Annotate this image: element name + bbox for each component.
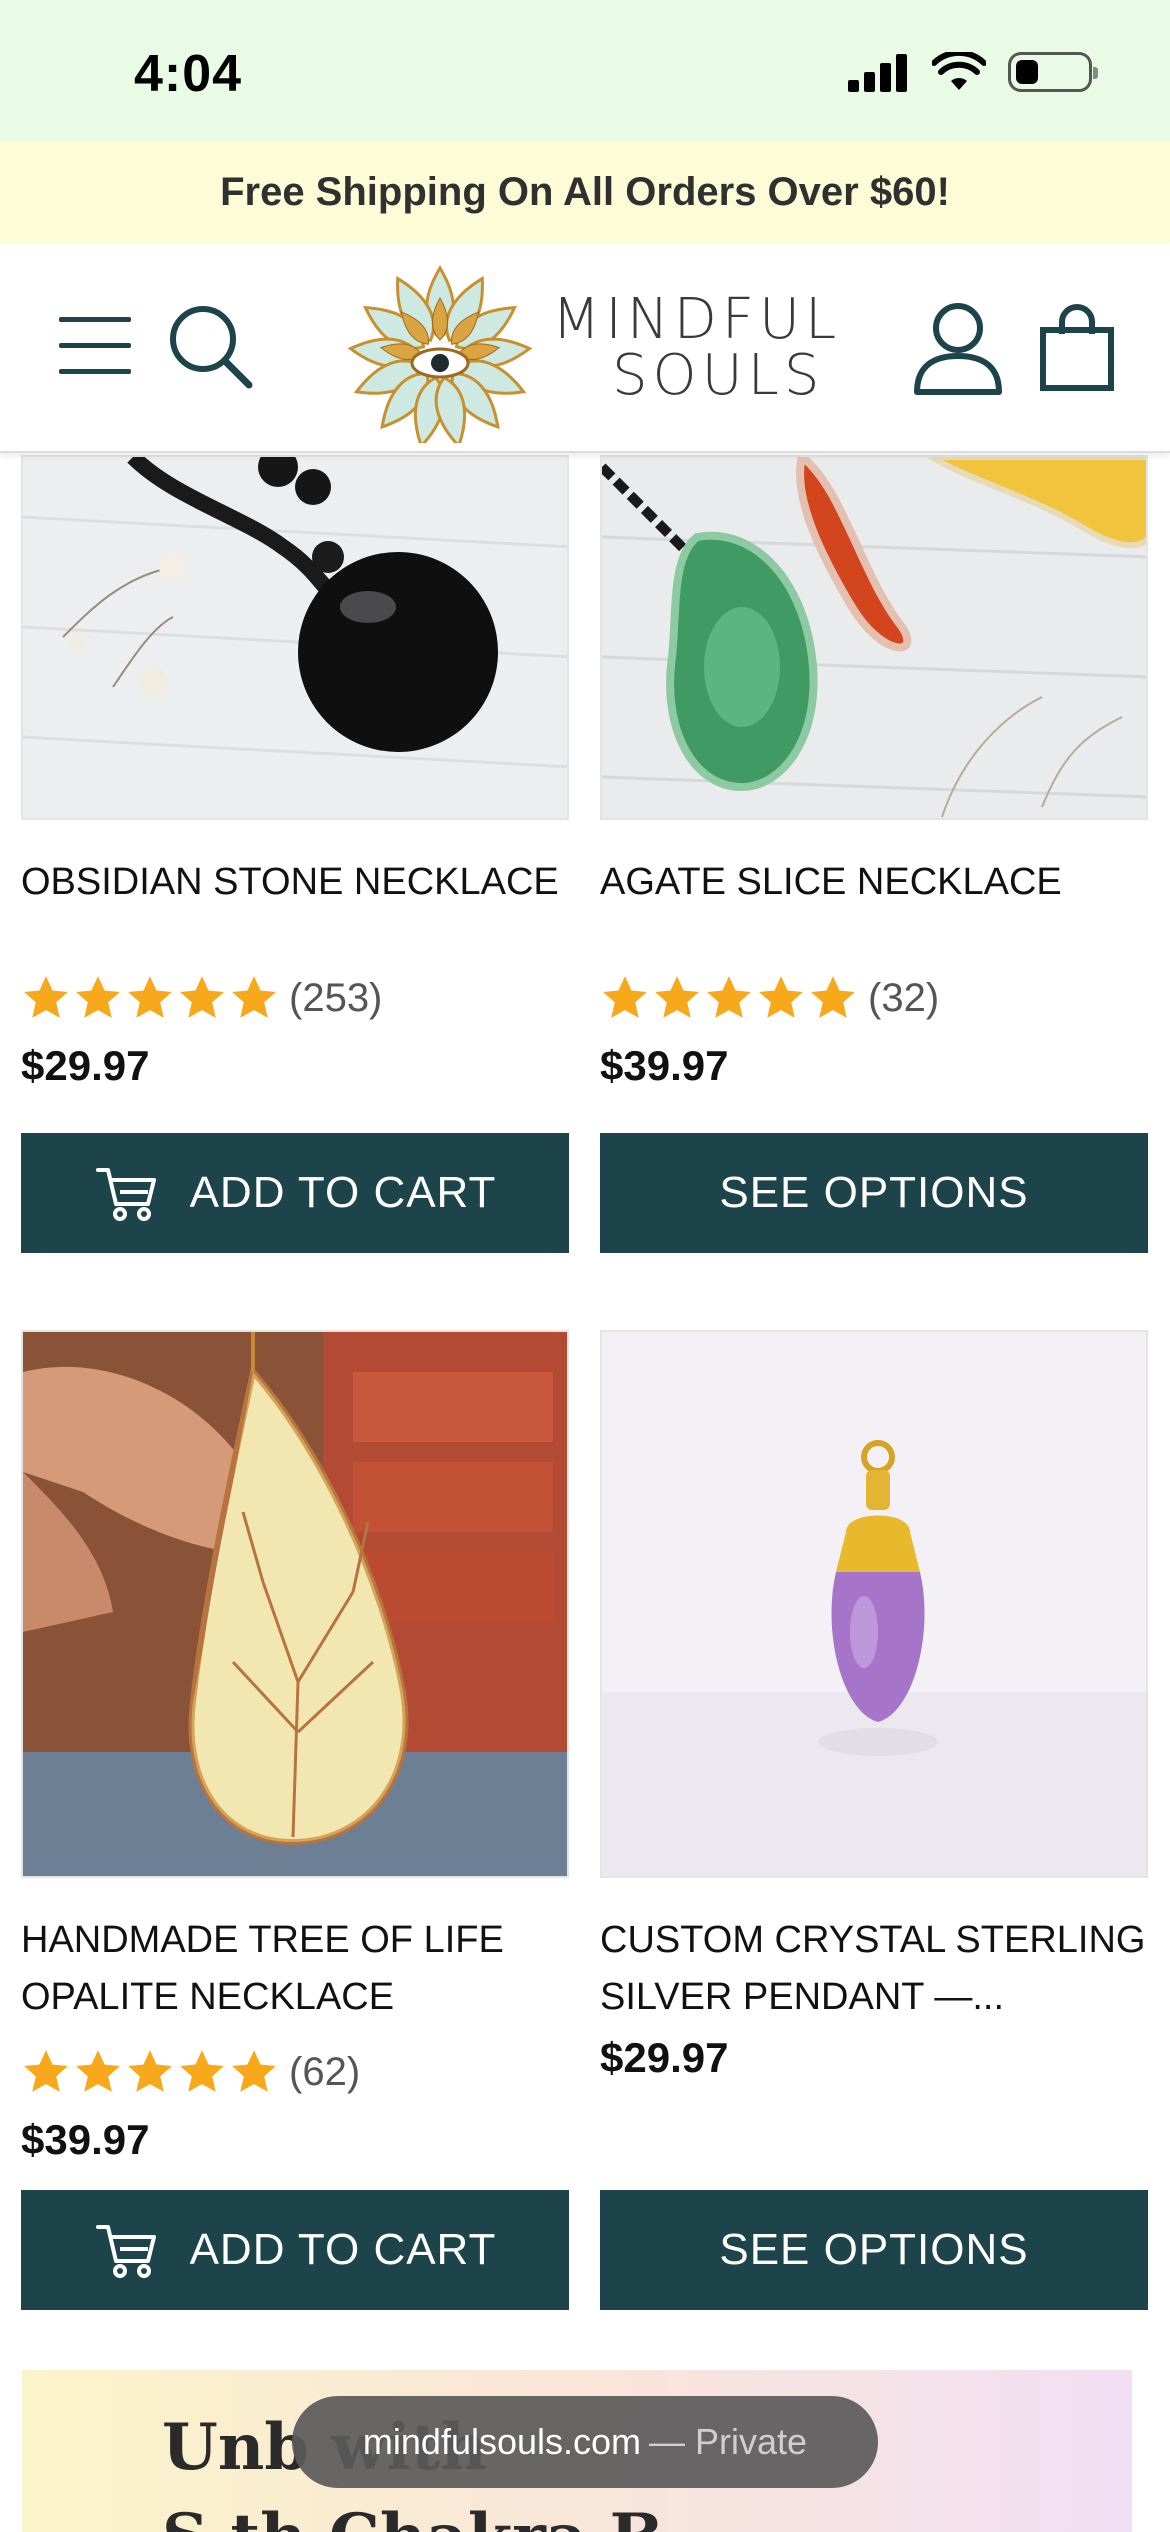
star-icon [707,976,751,1018]
star-icon [24,2050,68,2092]
private-mode-label: — Private [649,2421,808,2462]
cta-label: SEE OPTIONS [719,1168,1029,1217]
url-text: mindfulsouls.com [362,2421,642,2462]
account-icon [914,303,1002,395]
stars [600,973,858,1023]
product-rating: (62) [21,2042,569,2102]
product-title[interactable]: AGATE SLICE NECKLACE [600,854,1148,911]
product-rating: (253) [21,968,569,1028]
product-card[interactable]: CUSTOM CRYSTAL STERLING SILVER PENDANT —… [600,1330,1148,2310]
logo-wordmark: MINDFUL SOULS [552,292,841,404]
stars [21,2047,279,2097]
product-card[interactable]: OBSIDIAN STONE NECKLACE (253) $29.97 ADD… [21,455,569,1253]
product-image-agate-necklace[interactable] [600,455,1148,820]
star-icon [759,976,803,1018]
star-icon [76,976,120,1018]
review-count: (32) [868,975,940,1020]
star-icon [128,976,172,1018]
star-icon [180,976,224,1018]
cta-label: ADD TO CART [189,2225,497,2274]
account-button[interactable] [908,298,1008,398]
product-title[interactable]: CUSTOM CRYSTAL STERLING SILVER PENDANT —… [600,1912,1148,2026]
star-icon [811,976,855,1018]
star-icon [180,2050,224,2092]
status-time: 4:04 [134,45,243,103]
star-icon [76,2050,120,2092]
product-title[interactable]: HANDMADE TREE OF LIFE OPALITE NECKLACE [21,1912,569,2026]
status-bar: 4:04 [0,0,1170,141]
wifi-icon [932,52,986,90]
product-image-tree-of-life-necklace[interactable] [21,1330,569,1878]
search-button[interactable] [162,298,258,394]
search-icon [170,306,253,389]
cta-label: ADD TO CART [189,1168,497,1217]
product-card[interactable]: HANDMADE TREE OF LIFE OPALITE NECKLACE (… [21,1330,569,2310]
promo-heading-line2: S th Chakra B [162,2500,664,2532]
review-count: (253) [289,975,383,1020]
promo-text: Free Shipping On All Orders Over $60! [220,169,950,214]
star-icon [655,976,699,1018]
signal-icon [848,54,907,92]
add-to-cart-button[interactable]: ADD TO CART [21,1133,569,1253]
product-price: $29.97 [600,2034,729,2081]
cta-label: SEE OPTIONS [719,2225,1029,2274]
product-price: $39.97 [600,1042,729,1089]
star-icon [232,2050,276,2092]
site-header: MINDFUL SOULS [0,243,1170,453]
cart-button[interactable] [1030,298,1124,398]
promo-banner[interactable]: Free Shipping On All Orders Over $60! [0,141,1170,243]
site-logo[interactable]: MINDFUL SOULS [340,253,840,443]
add-to-cart-button[interactable]: ADD TO CART [21,2190,569,2310]
star-icon [128,2050,172,2092]
lotus-logo-icon [347,265,533,443]
product-price: $29.97 [21,1042,150,1089]
product-image-amethyst-pendant[interactable] [600,1330,1148,1878]
product-price: $39.97 [21,2116,150,2163]
stars [21,973,279,1023]
battery-icon [1008,52,1098,92]
product-card[interactable]: AGATE SLICE NECKLACE (32) $39.97 SEE OPT… [600,455,1148,1253]
see-options-button[interactable]: SEE OPTIONS [600,1133,1148,1253]
cart-bag-icon [1040,304,1114,391]
product-rating: (32) [600,968,1148,1028]
star-icon [232,976,276,1018]
menu-button[interactable] [52,303,138,389]
star-icon [603,976,647,1018]
see-options-button[interactable]: SEE OPTIONS [600,2190,1148,2310]
star-icon [24,976,68,1018]
menu-icon [59,317,131,374]
cart-icon [95,2225,156,2278]
logo-line2: SOULS [612,343,825,408]
cart-icon [95,1168,156,1221]
product-title[interactable]: OBSIDIAN STONE NECKLACE [21,854,569,911]
status-icons [848,52,1098,92]
product-image-obsidian-necklace[interactable] [21,455,569,820]
browser-url-bar[interactable]: mindfulsouls.com — Private [292,2396,878,2488]
review-count: (62) [289,2049,361,2094]
